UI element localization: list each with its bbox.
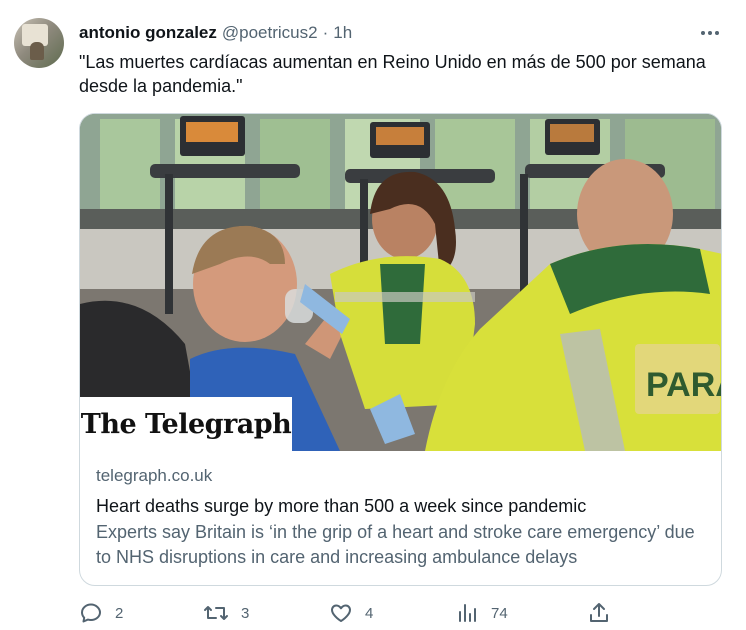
heart-icon xyxy=(329,601,353,625)
vest-text: PARA xyxy=(646,366,722,404)
like-count: 4 xyxy=(365,604,374,622)
tweet-actions: 2 3 4 74 xyxy=(79,600,639,626)
publisher-logo-text: The Telegraph xyxy=(80,408,292,440)
retweet-count: 3 xyxy=(241,604,250,622)
header-separator: · xyxy=(322,23,329,42)
author-handle[interactable]: @poetricus2 xyxy=(222,23,318,43)
card-domain: telegraph.co.uk xyxy=(96,466,213,485)
avatar-photo-figure xyxy=(30,42,44,60)
like-button[interactable]: 4 xyxy=(329,600,373,626)
retweet-icon xyxy=(203,601,229,625)
more-horizontal-icon[interactable] xyxy=(697,22,723,44)
reply-button[interactable]: 2 xyxy=(79,600,123,626)
card-title[interactable]: Heart deaths surge by more than 500 a we… xyxy=(96,494,711,518)
share-icon xyxy=(587,601,611,625)
author-name[interactable]: antonio gonzalez xyxy=(79,23,217,43)
views-count: 74 xyxy=(491,604,508,622)
views-chart-icon xyxy=(455,601,479,625)
author-avatar[interactable] xyxy=(14,18,64,68)
tweet-header: antonio gonzalez @poetricus2 · 1h xyxy=(79,22,352,44)
tweet-text: "Las muertes cardíacas aumentan en Reino… xyxy=(79,52,706,96)
reply-count: 2 xyxy=(115,604,124,622)
tweet-timestamp[interactable]: 1h xyxy=(333,23,352,43)
share-button[interactable] xyxy=(587,600,611,626)
card-description: Experts say Britain is ‘in the grip of a… xyxy=(96,522,695,567)
views-button[interactable]: 74 xyxy=(455,600,508,626)
link-card[interactable]: PARA The Telegraph telegraph.co.uk Heart… xyxy=(79,113,722,586)
publisher-logo: The Telegraph xyxy=(80,397,292,451)
retweet-button[interactable]: 3 xyxy=(203,600,249,626)
reply-icon xyxy=(79,601,103,625)
